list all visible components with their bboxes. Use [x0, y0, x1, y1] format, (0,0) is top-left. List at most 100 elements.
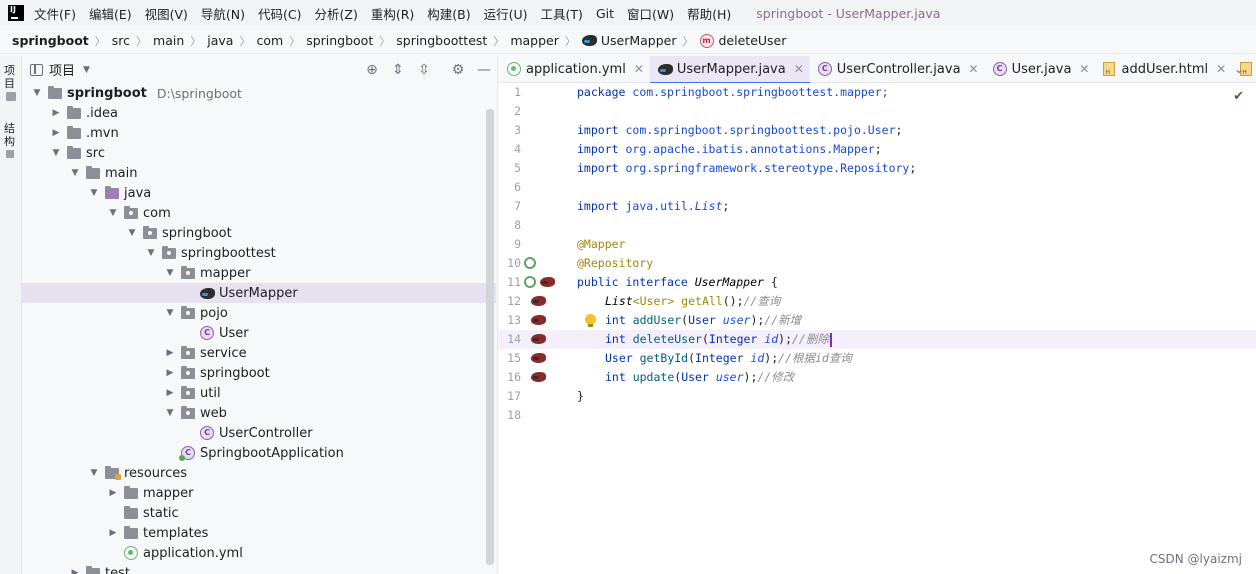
tree-node-label: util	[200, 385, 221, 401]
tree-node[interactable]: ▼ src	[22, 143, 496, 163]
breadcrumb-item[interactable]: m deleteUser	[699, 33, 786, 48]
close-icon[interactable]: ✕	[794, 62, 804, 76]
tree-node[interactable]: ▼ springboot D:\springboot	[22, 83, 496, 103]
close-icon[interactable]: ✕	[1079, 62, 1089, 76]
project-panel-title[interactable]: 项目	[49, 60, 75, 79]
tree-node[interactable]: ▶ mapper	[22, 483, 496, 503]
chevron-right-icon[interactable]: ▶	[51, 128, 61, 138]
collapse-all-icon[interactable]: ⇳	[416, 62, 432, 78]
tree-node[interactable]: ▶ templates	[22, 523, 496, 543]
chevron-right-icon[interactable]: ▶	[108, 528, 118, 538]
menu-edit[interactable]: 编辑(E)	[89, 4, 132, 23]
tab-adduser-html[interactable]: H addUser.html ✕	[1095, 56, 1232, 83]
breadcrumb-item[interactable]: springboottest	[396, 33, 487, 48]
gear-icon[interactable]: ⚙	[450, 62, 466, 78]
chevron-down-icon[interactable]: ▼	[83, 65, 90, 75]
structure-tool-window-button[interactable]: 结构	[4, 122, 18, 148]
menu-tools[interactable]: 工具(T)	[541, 4, 583, 23]
tree-node[interactable]: ▶ C SpringbootApplication	[22, 443, 496, 463]
close-icon[interactable]: ✕	[969, 62, 979, 76]
tree-node[interactable]: ▶ springboot	[22, 363, 496, 383]
chevron-right-icon[interactable]: ▶	[51, 108, 61, 118]
mybatis-navigate-icon[interactable]	[531, 334, 546, 344]
chevron-right-icon[interactable]: ▶	[165, 388, 175, 398]
close-icon[interactable]: ✕	[634, 62, 644, 76]
chevron-down-icon[interactable]: ⌄	[1234, 62, 1244, 76]
tree-node[interactable]: ▶ test	[22, 563, 496, 574]
chevron-down-icon[interactable]: ▼	[89, 468, 99, 478]
tree-node[interactable]: ▶ C UserController	[22, 423, 496, 443]
menu-help[interactable]: 帮助(H)	[687, 4, 731, 23]
close-icon[interactable]: ✕	[1216, 62, 1226, 76]
tab-user-java[interactable]: C User.java ✕	[985, 56, 1096, 83]
tree-node[interactable]: ▶ C User	[22, 323, 496, 343]
breadcrumb-item[interactable]: springboot	[306, 33, 373, 48]
menu-refactor[interactable]: 重构(R)	[371, 4, 414, 23]
tab-application-yml[interactable]: application.yml ✕	[499, 56, 650, 83]
tree-node[interactable]: ▼ mapper	[22, 263, 496, 283]
chevron-down-icon[interactable]: ▼	[51, 148, 61, 158]
tree-node[interactable]: ▼ com	[22, 203, 496, 223]
breadcrumb-item[interactable]: UserMapper	[581, 33, 677, 48]
tab-usermapper-java[interactable]: UserMapper.java ✕	[649, 55, 810, 84]
menu-code[interactable]: 代码(C)	[258, 4, 301, 23]
menu-navigate[interactable]: 导航(N)	[201, 4, 245, 23]
mybatis-navigate-icon[interactable]	[540, 277, 555, 287]
mybatis-navigate-icon[interactable]	[531, 372, 546, 382]
spring-bean-icon[interactable]	[524, 276, 536, 288]
code-editor[interactable]: ✔ 1 package com.springboot.springboottes…	[499, 83, 1256, 574]
minimize-icon[interactable]: —	[476, 62, 492, 78]
tree-node[interactable]: ▼ pojo	[22, 303, 496, 323]
breadcrumb-item[interactable]: main	[153, 33, 184, 48]
tree-node[interactable]: ▼ web	[22, 403, 496, 423]
chevron-right-icon[interactable]: ▶	[165, 348, 175, 358]
menu-window[interactable]: 窗口(W)	[627, 4, 674, 23]
mybatis-navigate-icon[interactable]	[531, 296, 546, 306]
mybatis-navigate-icon[interactable]	[531, 353, 546, 363]
tree-node[interactable]: ▶ .idea	[22, 103, 496, 123]
menu-view[interactable]: 视图(V)	[145, 4, 188, 23]
menu-git[interactable]: Git	[596, 6, 614, 21]
tree-node-selected[interactable]: ▶ UserMapper	[22, 283, 496, 303]
tree-node[interactable]: ▼ springboottest	[22, 243, 496, 263]
chevron-right-icon[interactable]: ▶	[70, 568, 80, 574]
tab-usercontroller-java[interactable]: C UserController.java ✕	[810, 56, 985, 83]
chevron-down-icon[interactable]: ▼	[146, 248, 156, 258]
tree-node[interactable]: ▼ springboot	[22, 223, 496, 243]
tree-node[interactable]: ▶ .mvn	[22, 123, 496, 143]
chevron-down-icon[interactable]: ▼	[165, 268, 175, 278]
tree-node[interactable]: ▼ java	[22, 183, 496, 203]
chevron-down-icon[interactable]: ▼	[127, 228, 137, 238]
code-text: import org.springframework.stereotype.Re…	[577, 161, 917, 175]
menu-build[interactable]: 构建(B)	[427, 4, 470, 23]
chevron-down-icon[interactable]: ▼	[165, 308, 175, 318]
tree-node[interactable]: ▼ main	[22, 163, 496, 183]
chevron-right-icon[interactable]: ▶	[165, 368, 175, 378]
breadcrumb-item[interactable]: com	[256, 33, 283, 48]
menu-file[interactable]: 文件(F)	[34, 4, 76, 23]
menu-run[interactable]: 运行(U)	[484, 4, 528, 23]
tree-node[interactable]: ▼ resources	[22, 463, 496, 483]
tree-node[interactable]: ▶ static	[22, 503, 496, 523]
breadcrumb-item[interactable]: java	[207, 33, 233, 48]
tree-node[interactable]: ▶ application.yml	[22, 543, 496, 563]
chevron-down-icon[interactable]: ▼	[108, 208, 118, 218]
expand-all-icon[interactable]: ⇕	[390, 62, 406, 78]
vertical-scrollbar[interactable]	[486, 109, 494, 565]
project-tool-window-button[interactable]: 项目	[4, 64, 18, 90]
breadcrumb-item[interactable]: mapper	[510, 33, 559, 48]
tree-node[interactable]: ▶ service	[22, 343, 496, 363]
chevron-down-icon[interactable]: ▼	[165, 408, 175, 418]
chevron-down-icon[interactable]: ▼	[70, 168, 80, 178]
lightbulb-icon[interactable]	[585, 314, 596, 327]
breadcrumb-item[interactable]: src	[112, 33, 130, 48]
chevron-down-icon[interactable]: ▼	[89, 188, 99, 198]
menu-analyze[interactable]: 分析(Z)	[315, 4, 358, 23]
tree-node[interactable]: ▶ util	[22, 383, 496, 403]
spring-bean-icon[interactable]	[524, 257, 536, 269]
chevron-down-icon[interactable]: ▼	[32, 88, 42, 98]
chevron-right-icon[interactable]: ▶	[108, 488, 118, 498]
mybatis-navigate-icon[interactable]	[531, 315, 546, 325]
locate-icon[interactable]: ⊕	[364, 62, 380, 78]
breadcrumb-item[interactable]: springboot	[12, 33, 89, 48]
